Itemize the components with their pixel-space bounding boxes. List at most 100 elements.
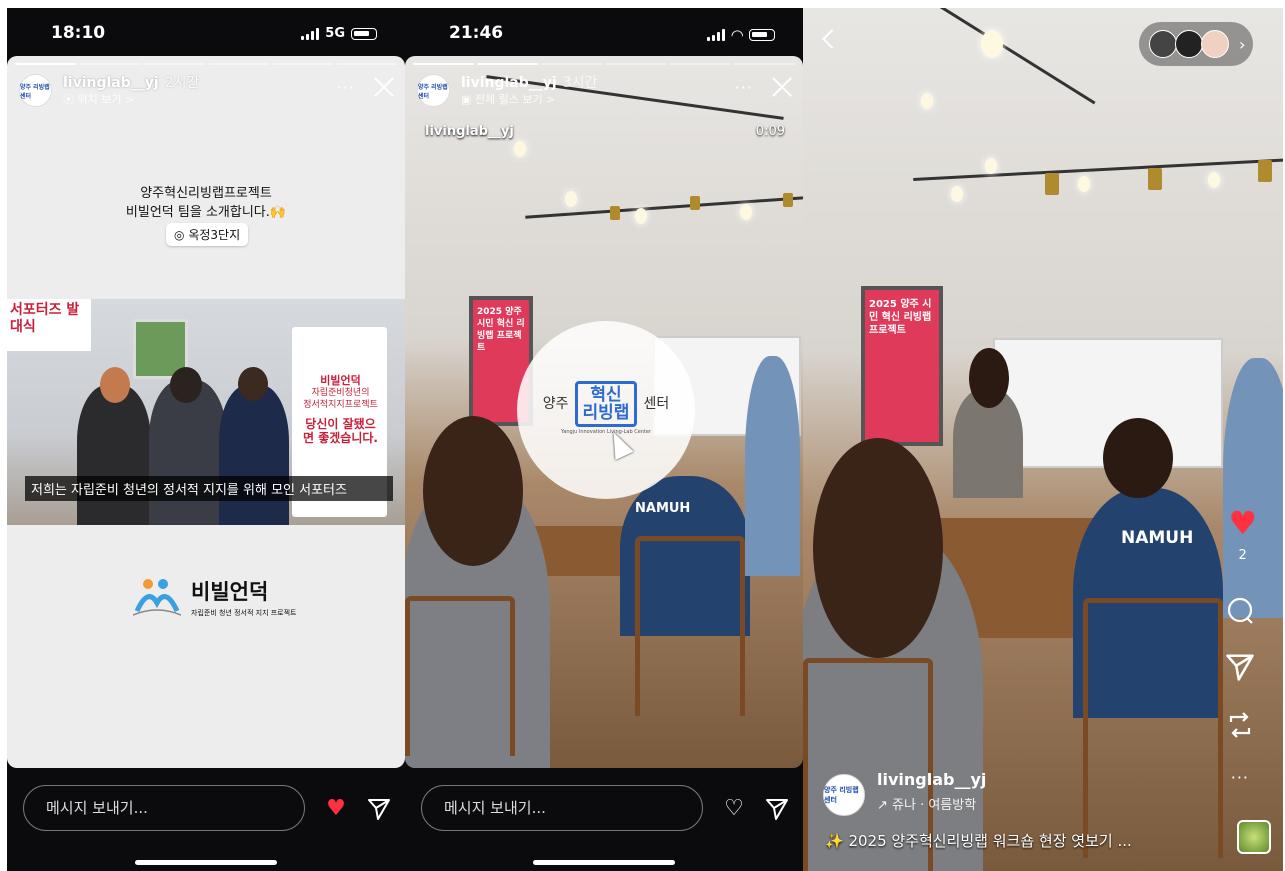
battery-icon (749, 29, 775, 41)
location-link[interactable]: ⦿ 위치 보기 > (63, 91, 134, 107)
video-time: 0:09 (755, 124, 785, 139)
light-bulb (1078, 176, 1090, 192)
send-icon[interactable] (367, 797, 391, 821)
shirt-text: NAMUH (1121, 528, 1194, 548)
chair (405, 596, 515, 756)
time-ago: 3시간 (562, 75, 598, 91)
signal-icon (707, 29, 726, 41)
center-logo-overlay: 양주 혁신 리빙랩 센터 Yangju Innovation Living-Lab C… (517, 321, 695, 499)
more-icon[interactable]: ··· (735, 78, 753, 97)
viewer-avatar (1201, 30, 1229, 58)
person-hair (813, 438, 943, 658)
person-hair (969, 348, 1009, 408)
logo-mid: 혁신 리빙랩 (574, 381, 638, 427)
person-hair (1103, 418, 1173, 498)
event-banner: 서포터즈 발대식 (7, 299, 91, 351)
remix-icon[interactable] (1225, 708, 1255, 742)
avatar[interactable]: 양주 리빙랩 센터 (823, 774, 865, 816)
message-input[interactable]: 메시지 보내기... (23, 785, 305, 831)
person-head (170, 367, 202, 403)
chair (1083, 598, 1223, 858)
reel-story-card[interactable]: 2025 양주 시민 혁신 리빙랩 프로젝트 NAMUH 양주 리빙랩 센터 l… (405, 56, 803, 768)
status-bar: 21:46 ◠ (405, 8, 803, 56)
message-input[interactable]: 메시지 보내기... (421, 785, 703, 831)
person (77, 385, 151, 525)
network-label: 5G (325, 26, 345, 41)
audio-thumbnail[interactable] (1237, 820, 1271, 854)
reels-icon: ▣ (461, 93, 472, 106)
reel-screen: 2025 양주 시민 혁신 리빙랩 프로젝트 NAMUH › ♥ 2 ··· 양… (803, 8, 1283, 871)
logo-left: 양주 (542, 396, 569, 412)
story-screen-2: 21:46 ◠ 2025 양주 시민 혁신 리빙랩 프로젝트 NAMUH 양주 … (405, 8, 803, 871)
light-bulb (951, 186, 963, 202)
status-time: 21:46 (449, 23, 504, 43)
light-bulb (985, 158, 997, 174)
story-progress (413, 63, 796, 65)
light-bulb (1208, 172, 1220, 188)
light-bulb (740, 204, 752, 220)
person (1223, 358, 1283, 618)
story-card[interactable]: 양주 리빙랩 센터 livinglab__yj 2시간 ⦿ 위치 보기 > ···… (7, 56, 405, 768)
heart-filled-icon[interactable]: ♥ (323, 797, 349, 821)
username-row[interactable]: livinglab__yj 3시간 (461, 72, 597, 92)
battery-icon (351, 27, 377, 40)
more-icon[interactable]: ··· (337, 78, 355, 97)
wifi-icon: ◠ (731, 26, 743, 44)
story-caption: 양주혁신리빙랩프로젝트 비빌언덕 팀을 소개합니다.🙌 (125, 186, 287, 220)
event-poster: 2025 양주 시민 혁신 리빙랩 프로젝트 (861, 286, 943, 446)
view-all-reels-link[interactable]: ▣ 전체 릴스 보기 > (461, 91, 555, 107)
music-label[interactable]: ↗ 쥬나 · 여름방학 (877, 794, 976, 813)
send-icon[interactable] (1225, 652, 1255, 682)
heart-filled-icon[interactable]: ♥ (1228, 507, 1257, 539)
lamp-shade (1258, 160, 1272, 182)
light-bulb (565, 191, 577, 207)
avatar[interactable]: 양주 리빙랩 센터 (19, 74, 52, 107)
logo-tiny: Yangju Innovation Living-Lab Center (560, 429, 652, 435)
more-icon[interactable]: ··· (1231, 768, 1249, 787)
avatar[interactable]: 양주 리빙랩 센터 (417, 74, 450, 107)
viewer-avatar (1149, 30, 1177, 58)
chevron-right-icon: › (1239, 34, 1246, 54)
signal-icon (301, 27, 320, 40)
username[interactable]: livinglab__yj (877, 770, 986, 789)
comment-icon[interactable] (1225, 596, 1255, 626)
like-action[interactable]: ♥ 2 (1228, 507, 1257, 563)
lamp-shade (783, 193, 793, 207)
person (219, 385, 289, 525)
person-head (238, 367, 268, 401)
reel-caption[interactable]: ✨ 2025 양주혁신리빙랩 워크숍 현장 엿보기 ... (825, 830, 1132, 851)
username[interactable]: livinglab__yj (63, 75, 159, 91)
logo-right: 센터 (643, 396, 670, 412)
like-count: 2 (1238, 548, 1247, 563)
lamp-shade (610, 206, 620, 220)
status-time: 18:10 (51, 23, 106, 43)
person-hair (423, 416, 523, 566)
heart-outline-icon[interactable]: ♡ (721, 797, 747, 821)
reel-video[interactable]: 2025 양주 시민 혁신 리빙랩 프로젝트 NAMUH (803, 8, 1283, 871)
lamp-shade (1148, 168, 1162, 190)
home-indicator[interactable] (135, 860, 277, 865)
username[interactable]: livinglab__yj (461, 75, 557, 91)
send-icon[interactable] (765, 797, 789, 821)
ceiling-beam (913, 158, 1283, 181)
logo-name: 비빌언덕 (191, 580, 269, 604)
light-bulb (514, 141, 526, 157)
story-header: 양주 리빙랩 센터 livinglab__yj 3시간 ▣ 전체 릴스 보기 > … (415, 72, 793, 112)
viewer-avatars[interactable]: › (1139, 22, 1253, 66)
logo-tagline: 자립준비 청년 정서적 지지 프로젝트 (191, 609, 297, 617)
person-head (100, 367, 130, 403)
video-title: livinglab__yj (425, 124, 514, 139)
time-ago: 2시간 (164, 75, 200, 91)
close-icon[interactable] (771, 76, 793, 98)
story-photo: 서포터즈 발대식 비빌언덕 자립준비청년의 정서적지지프로젝트 당신이 잘됐으면… (7, 299, 405, 525)
video-subtitle: 저희는 자립준비 청년의 정서적 지지를 위해 모인 서포터즈 (25, 476, 393, 501)
light-bulb (981, 30, 1003, 58)
people-logo-icon (133, 579, 181, 616)
home-indicator[interactable] (533, 860, 675, 865)
chair (635, 536, 745, 716)
close-icon[interactable] (373, 76, 395, 98)
shirt-text: NAMUH (635, 501, 691, 516)
location-sticker[interactable]: ◎ 옥정3단지 (166, 223, 249, 246)
location-pin-icon: ◎ (174, 228, 185, 242)
username-row[interactable]: livinglab__yj 2시간 (63, 72, 199, 92)
